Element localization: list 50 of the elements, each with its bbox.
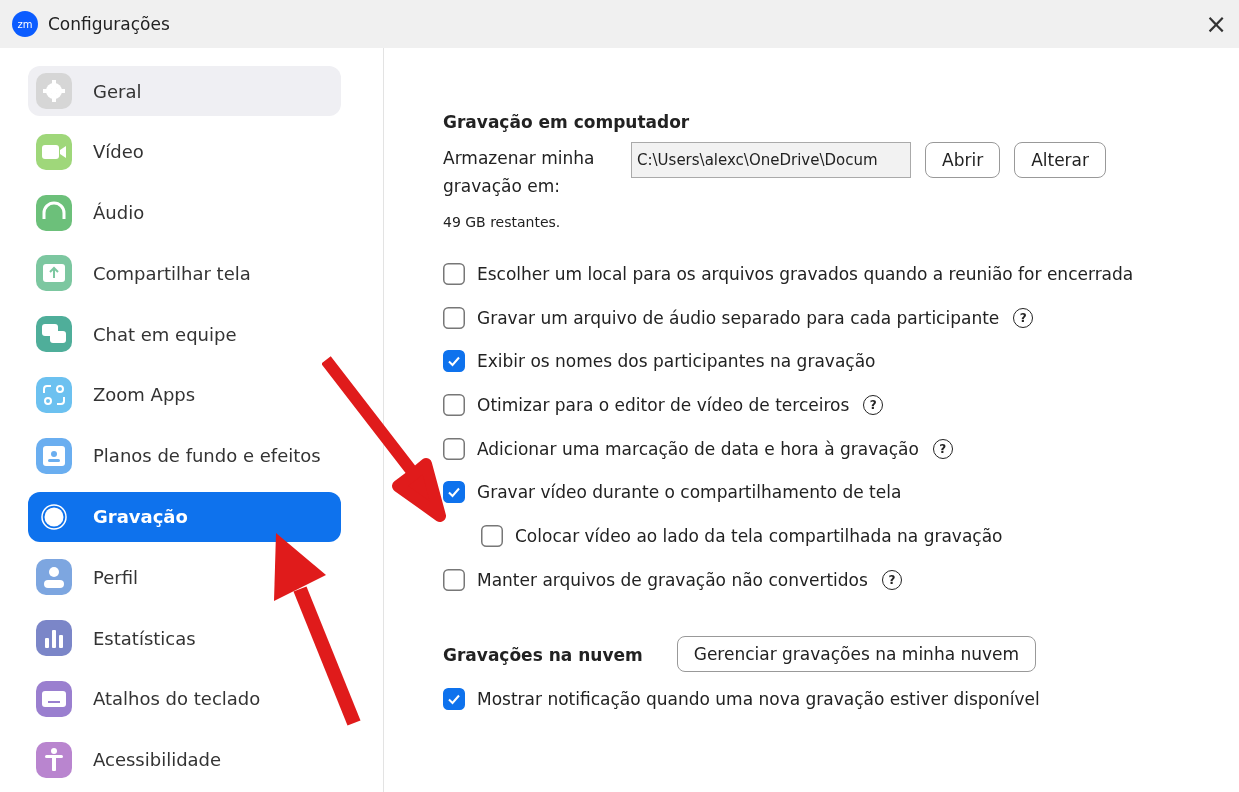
option-label: Escolher um local para os arquivos gravados quando a reunião for encerrada [477, 263, 1134, 284]
section-heading: Gravações na nuvem [443, 644, 643, 665]
section-heading: Gravação em computador [443, 112, 691, 132]
checkbox[interactable] [443, 437, 465, 460]
apps-icon [36, 377, 72, 413]
option-label: Gravar um arquivo de áudio separado para cada participante [477, 307, 1000, 328]
window-title: Configurações [48, 14, 171, 34]
headphones-icon [36, 194, 72, 231]
location-label: Armazenar minha gravação em: [443, 147, 596, 198]
sidebar-item[interactable]: Planos de fundo e efeitos [28, 430, 341, 481]
sidebar-item[interactable]: Compartilhar tela [28, 248, 341, 299]
sidebar-item[interactable]: Áudio [28, 187, 341, 238]
person-frame-icon [36, 437, 72, 474]
option-label: Manter arquivos de gravação não convertidos [477, 569, 868, 590]
checkbox[interactable] [443, 481, 465, 504]
checkbox[interactable] [443, 306, 465, 329]
checkbox[interactable] [443, 688, 465, 711]
sidebar-item[interactable]: Geral [28, 66, 341, 116]
close-button[interactable]: × [1205, 9, 1227, 39]
bar-chart-icon [36, 620, 72, 657]
checkbox[interactable] [443, 568, 465, 591]
option-label: Otimizar para o editor de vídeo de terceiros [477, 394, 850, 415]
video-camera-icon [36, 133, 72, 170]
accessibility-icon [36, 741, 72, 778]
option-label: Gravar vídeo durante o compartilhamento de tela [477, 482, 902, 503]
sidebar-item[interactable]: Zoom Apps [28, 370, 341, 420]
free-space-text: 49 GB restantes. [443, 214, 562, 230]
option-label: Adicionar uma marcação de data e hora à gravação [477, 438, 919, 459]
change-button[interactable]: Alterar [1014, 142, 1106, 178]
option-label: Exibir os nomes dos participantes na gravação [477, 351, 876, 372]
checkbox[interactable] [443, 262, 465, 285]
checkbox[interactable] [481, 524, 503, 547]
path-field[interactable]: C:\Users\alexc\OneDrive\Docum [631, 142, 911, 178]
open-button[interactable]: Abrir [925, 142, 1001, 178]
manage-cloud-button[interactable]: Gerenciar gravações na minha nuvem [676, 635, 1037, 672]
option-label: Colocar vídeo ao lado da tela compartilhada na gravação [515, 525, 1003, 546]
profile-icon [36, 559, 72, 596]
app-logo: zm [12, 11, 38, 37]
chat-icon [36, 316, 72, 353]
sidebar-item[interactable]: Acessibilidade [28, 734, 341, 785]
sidebar-item[interactable]: Perfil [28, 552, 341, 603]
checkbox[interactable] [443, 393, 465, 416]
sidebar-item[interactable]: Vídeo [28, 126, 341, 177]
option-label: Mostrar notificação quando uma nova gravação estiver disponível [477, 689, 1040, 710]
share-screen-icon [36, 255, 72, 292]
checkbox[interactable] [443, 350, 465, 373]
sidebar-item[interactable]: Gravação [28, 491, 341, 542]
sidebar-item[interactable]: Atalhos do teclado [28, 673, 341, 724]
sidebar-item[interactable]: Estatísticas [28, 613, 341, 664]
sidebar-item[interactable]: Chat em equipe [28, 309, 341, 360]
